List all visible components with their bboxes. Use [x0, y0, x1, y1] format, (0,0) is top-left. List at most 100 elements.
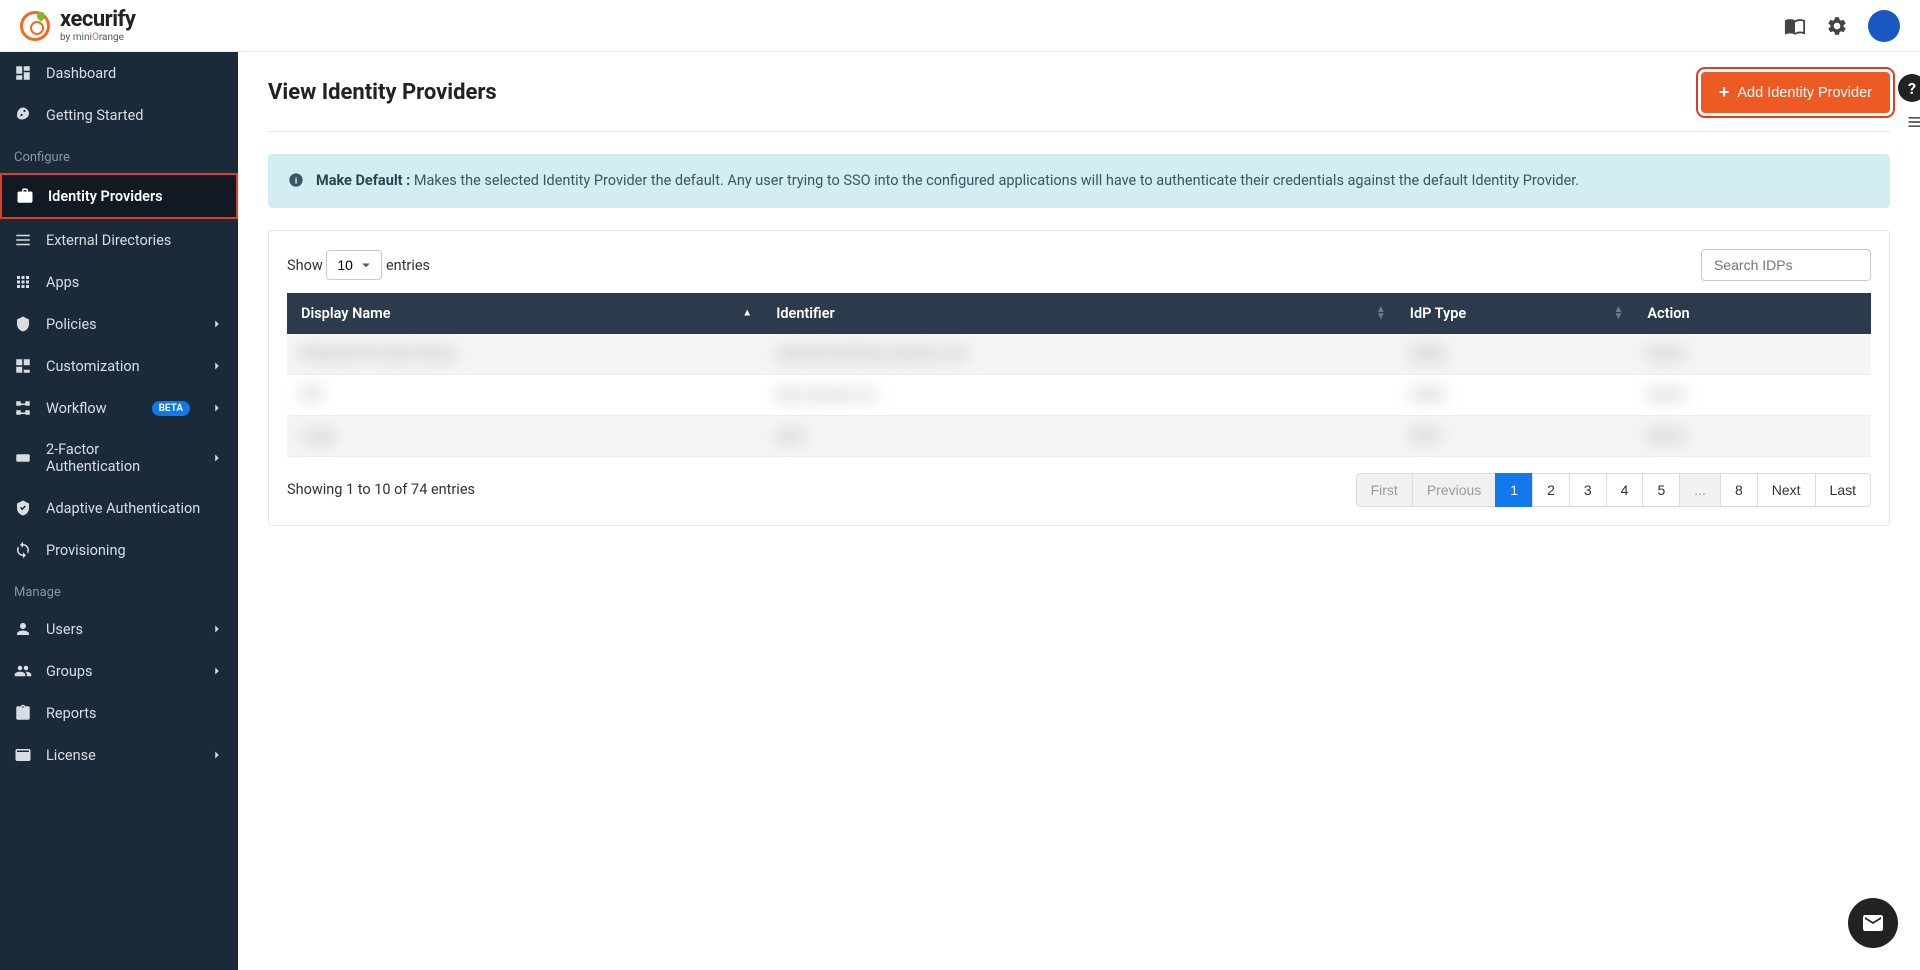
sidebar-item-provisioning[interactable]: Provisioning [0, 529, 238, 571]
sidebar-item-groups[interactable]: Groups [0, 650, 238, 692]
sidebar-item-policies[interactable]: Policies [0, 303, 238, 345]
list-icon [14, 231, 32, 249]
col-identifier[interactable]: Identifier▲▼ [762, 293, 1396, 334]
sidebar-label: Dashboard [46, 65, 116, 82]
sidebar-label: 2-Factor Authentication [46, 441, 196, 475]
logo-icon [20, 11, 50, 41]
dashboard-icon [14, 64, 32, 82]
page-prev[interactable]: Previous [1412, 473, 1496, 507]
page-title: View Identity Providers [268, 80, 497, 105]
brand-name: xecurify [60, 9, 135, 31]
customize-icon [14, 357, 32, 375]
page-3[interactable]: 3 [1569, 473, 1607, 507]
table-row: IDP idp.example.net SAML Select [287, 374, 1871, 415]
page-header: View Identity Providers + Add Identity P… [268, 72, 1890, 132]
table-row: Login auth OIDC Select [287, 415, 1871, 456]
chat-fab[interactable] [1848, 898, 1898, 948]
sidebar-label: Policies [46, 316, 97, 333]
entries-select[interactable]: 10 [326, 250, 382, 280]
page-2[interactable]: 2 [1532, 473, 1570, 507]
chevron-right-icon [210, 401, 224, 415]
user-icon [14, 620, 32, 638]
sidebar-section-manage: Manage [0, 571, 238, 608]
group-icon [14, 662, 32, 680]
chevron-right-icon [210, 359, 224, 373]
sidebar-item-apps[interactable]: Apps [0, 261, 238, 303]
sidebar-item-workflow[interactable]: Workflow BETA [0, 387, 238, 429]
sidebar-item-external-directories[interactable]: External Directories [0, 219, 238, 261]
user-avatar[interactable] [1868, 10, 1900, 42]
sidebar-label: Apps [46, 274, 79, 291]
sidebar-label: Adaptive Authentication [46, 500, 200, 517]
app-header: xecurify by miniOrange [0, 0, 1920, 52]
col-action: Action [1633, 293, 1871, 334]
col-display-name[interactable]: Display Name▲ [287, 293, 762, 334]
info-icon: i [288, 172, 304, 188]
table-row: Redacted Provider Name redacted.identity… [287, 334, 1871, 375]
sidebar-section-configure: Configure [0, 136, 238, 173]
sidebar-label: Users [46, 621, 83, 638]
sidebar-label: Identity Providers [48, 188, 163, 205]
page-last[interactable]: Last [1815, 473, 1871, 507]
rocket-icon [14, 106, 32, 124]
hamburger-icon [1906, 112, 1920, 132]
sidebar-item-customization[interactable]: Customization [0, 345, 238, 387]
page-1[interactable]: 1 [1495, 473, 1533, 507]
chevron-right-icon [210, 748, 224, 762]
page-next[interactable]: Next [1757, 473, 1816, 507]
plus-icon: + [1719, 82, 1730, 103]
workflow-icon [14, 399, 32, 417]
sidebar-item-adaptive-auth[interactable]: Adaptive Authentication [0, 487, 238, 529]
sidebar-item-2fa[interactable]: 2-Factor Authentication [0, 429, 238, 487]
help-button[interactable]: ? [1898, 74, 1920, 102]
apps-icon [14, 273, 32, 291]
sidebar-label: Customization [46, 358, 140, 375]
idp-table: Display Name▲ Identifier▲▼ IdP Type▲▼ Ac… [287, 293, 1871, 457]
sidebar-label: License [46, 747, 96, 764]
sidebar-label: Getting Started [46, 107, 143, 124]
svg-text:i: i [295, 176, 298, 186]
sidebar-label: Groups [46, 663, 93, 680]
sidebar-item-dashboard[interactable]: Dashboard [0, 52, 238, 94]
sidebar-item-users[interactable]: Users [0, 608, 238, 650]
page-8[interactable]: 8 [1720, 473, 1758, 507]
entries-control: Show 10 entries [287, 250, 430, 280]
chevron-right-icon [210, 451, 224, 465]
brand-logo[interactable]: xecurify by miniOrange [20, 9, 135, 43]
card-icon [14, 746, 32, 764]
info-text: Makes the selected Identity Provider the… [414, 172, 1579, 189]
pagination: First Previous 1 2 3 4 5 ... 8 Next Last [1357, 473, 1871, 507]
idp-table-card: Show 10 entries Display Name▲ I [268, 230, 1890, 526]
side-menu-toggle[interactable] [1906, 112, 1920, 136]
header-actions [1784, 10, 1900, 42]
col-idp-type[interactable]: IdP Type▲▼ [1396, 293, 1634, 334]
gear-icon[interactable] [1826, 15, 1848, 37]
chevron-right-icon [210, 317, 224, 331]
page-4[interactable]: 4 [1606, 473, 1644, 507]
sync-icon [14, 541, 32, 559]
search-input[interactable] [1701, 249, 1871, 281]
clipboard-icon [14, 704, 32, 722]
sidebar-label: Reports [46, 705, 97, 722]
page-first[interactable]: First [1356, 473, 1413, 507]
chevron-right-icon [210, 664, 224, 678]
sidebar-label: Provisioning [46, 542, 126, 559]
add-identity-provider-button[interactable]: + Add Identity Provider [1701, 72, 1890, 113]
page-ellipsis: ... [1679, 473, 1721, 507]
shield-check-icon [14, 499, 32, 517]
brand-subline: by miniOrange [60, 33, 135, 43]
sidebar-item-getting-started[interactable]: Getting Started [0, 94, 238, 136]
sidebar-label: External Directories [46, 232, 171, 249]
table-footer-text: Showing 1 to 10 of 74 entries [287, 481, 475, 498]
mail-icon [1861, 911, 1885, 935]
sidebar-item-identity-providers[interactable]: Identity Providers [0, 173, 238, 219]
docs-icon[interactable] [1784, 15, 1806, 37]
shield-icon [14, 315, 32, 333]
info-label: Make Default : [316, 172, 410, 189]
info-banner: i Make Default : Makes the selected Iden… [268, 154, 1890, 208]
page-5[interactable]: 5 [1642, 473, 1680, 507]
sidebar-item-license[interactable]: License [0, 734, 238, 776]
beta-badge: BETA [152, 401, 190, 416]
chevron-right-icon [210, 622, 224, 636]
sidebar-item-reports[interactable]: Reports [0, 692, 238, 734]
